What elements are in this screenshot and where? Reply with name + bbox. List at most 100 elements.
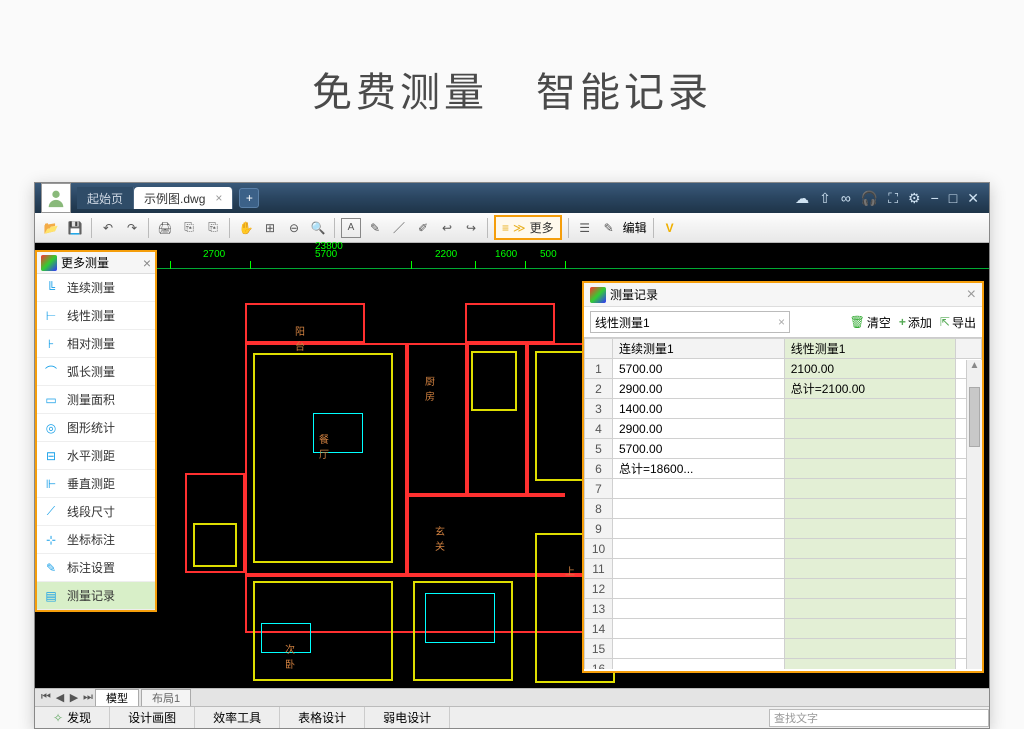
table-row[interactable]: 55700.00	[585, 439, 982, 459]
vertical-scrollbar[interactable]: ▲	[966, 360, 982, 669]
drawing-canvas[interactable]: 23800 2700 5700 2200 1600 500	[35, 243, 989, 688]
record-table[interactable]: 连续测量1线性测量1 15700.002100.0022900.00总计=210…	[584, 337, 982, 669]
settings-icon[interactable]: ⚙	[908, 190, 921, 207]
tab-prev-icon[interactable]: ◀	[53, 691, 67, 704]
user-avatar[interactable]	[41, 183, 71, 213]
table-row[interactable]: 10	[585, 539, 982, 559]
measure-item-11[interactable]: ▤测量记录	[37, 582, 155, 610]
table-row[interactable]: 11	[585, 559, 982, 579]
undo-icon[interactable]: ↶	[98, 218, 118, 238]
upload-icon[interactable]: ⇧	[819, 190, 831, 207]
save-icon[interactable]: 💾	[65, 218, 85, 238]
print-icon[interactable]: 🖨	[155, 218, 175, 238]
table-row[interactable]: 15700.002100.00	[585, 359, 982, 379]
measure-item-4[interactable]: ▭测量面积	[37, 386, 155, 414]
tab-active-file[interactable]: 示例图.dwg×	[134, 187, 233, 209]
table-row[interactable]: 14	[585, 619, 982, 639]
measure-icon: ⊦	[43, 336, 59, 352]
more-measure-header: 更多测量 ×	[37, 252, 155, 274]
table-row[interactable]: 8	[585, 499, 982, 519]
table-row[interactable]: 16	[585, 659, 982, 670]
table-row[interactable]: 42900.00	[585, 419, 982, 439]
table-row[interactable]: 31400.00	[585, 399, 982, 419]
export-button[interactable]: ⇱导出	[940, 314, 976, 331]
measure-item-3[interactable]: ⌒弧长测量	[37, 358, 155, 386]
search-input[interactable]: 查找文字	[769, 709, 989, 727]
app-logo-icon	[590, 287, 606, 303]
measure-item-2[interactable]: ⊦相对测量	[37, 330, 155, 358]
zoom-extents-icon[interactable]: ⊞	[260, 218, 280, 238]
measure-icon: ◎	[43, 420, 59, 436]
measure-icon: ⊹	[43, 532, 59, 548]
table-button[interactable]: 表格设计	[280, 707, 365, 728]
new-tab-button[interactable]: +	[239, 188, 259, 208]
minimize-icon[interactable]: −	[931, 190, 939, 207]
layer-icon[interactable]: ☰	[575, 218, 595, 238]
app-window: 起始页 示例图.dwg× + ☁ ⇧ ∞ 🎧 ⛶ ⚙ − □ ✕ 📂 💾 ↶ ↷…	[34, 182, 990, 729]
maximize-icon[interactable]: □	[949, 190, 957, 207]
tab-last-icon[interactable]: ⏭	[81, 691, 95, 704]
table-row[interactable]: 22900.00总计=2100.00	[585, 379, 982, 399]
back-icon[interactable]: ↩	[437, 218, 457, 238]
share-icon[interactable]: ∞	[841, 190, 851, 207]
zoom-out-icon[interactable]: ⊖	[284, 218, 304, 238]
tools-button[interactable]: 效率工具	[195, 707, 280, 728]
redo-icon[interactable]: ↷	[122, 218, 142, 238]
more-measure-button[interactable]: ≡≫ 更多	[494, 215, 562, 240]
open-icon[interactable]: 📂	[41, 218, 61, 238]
close-record-icon[interactable]: ×	[967, 286, 976, 304]
pan-icon[interactable]: ✋	[236, 218, 256, 238]
measure-icon: ⌒	[43, 364, 59, 380]
design-button[interactable]: 设计画图	[110, 707, 195, 728]
text-icon[interactable]: A	[341, 218, 361, 238]
cloud-icon[interactable]: ☁	[795, 190, 809, 207]
record-name-input[interactable]: 线性测量1 ×	[590, 311, 790, 333]
measure-icon: ▭	[43, 392, 59, 408]
headset-icon[interactable]: 🎧	[861, 190, 878, 207]
tab-first-icon[interactable]: ⏮	[39, 691, 53, 704]
vip-icon[interactable]: V	[660, 218, 680, 238]
measure-item-8[interactable]: ⟋线段尺寸	[37, 498, 155, 526]
zoom-in-icon[interactable]: 🔍	[308, 218, 328, 238]
table-row[interactable]: 15	[585, 639, 982, 659]
hero-title: 免费测量智能记录	[0, 0, 1024, 158]
layout1-tab[interactable]: 布局1	[141, 689, 191, 706]
fullscreen-icon[interactable]: ⛶	[888, 190, 898, 207]
close-window-icon[interactable]: ✕	[967, 190, 979, 207]
edit-label[interactable]: 编辑	[623, 219, 647, 236]
tab-home[interactable]: 起始页	[77, 187, 134, 209]
close-panel-icon[interactable]: ×	[143, 255, 151, 271]
titlebar: 起始页 示例图.dwg× + ☁ ⇧ ∞ 🎧 ⛶ ⚙ − □ ✕	[35, 183, 989, 213]
tab-next-icon[interactable]: ▶	[67, 691, 81, 704]
clear-input-icon[interactable]: ×	[778, 315, 785, 329]
measure-item-10[interactable]: ✎标注设置	[37, 554, 155, 582]
measure-item-5[interactable]: ◎图形统计	[37, 414, 155, 442]
measure-icon: ✎	[43, 560, 59, 576]
table-row[interactable]: 7	[585, 479, 982, 499]
measure-item-1[interactable]: ⊢线性测量	[37, 302, 155, 330]
measure-item-0[interactable]: ╚连续测量	[37, 274, 155, 302]
measure-item-7[interactable]: ⊩垂直测距	[37, 470, 155, 498]
main-toolbar: 📂 💾 ↶ ↷ 🖨 ⎘ ⎘ ✋ ⊞ ⊖ 🔍 A ✎ ／ ✐ ↩ ↪ ≡≫ 更多 …	[35, 213, 989, 243]
brush-icon[interactable]: ／	[389, 218, 409, 238]
pencil-icon[interactable]: ✎	[365, 218, 385, 238]
measure-item-9[interactable]: ⊹坐标标注	[37, 526, 155, 554]
export-icon[interactable]: ⎘	[179, 218, 199, 238]
measure-item-6[interactable]: ⊟水平测距	[37, 442, 155, 470]
export2-icon[interactable]: ⎘	[203, 218, 223, 238]
measure-icon: ⟋	[43, 504, 59, 520]
model-tab[interactable]: 模型	[95, 689, 139, 706]
measure-icon: ╚	[43, 280, 59, 296]
add-button[interactable]: +添加	[899, 314, 932, 331]
edit-icon[interactable]: ✎	[599, 218, 619, 238]
marker-icon[interactable]: ✐	[413, 218, 433, 238]
table-row[interactable]: 9	[585, 519, 982, 539]
table-row[interactable]: 6总计=18600...	[585, 459, 982, 479]
table-row[interactable]: 13	[585, 599, 982, 619]
discover-button[interactable]: ✧发现	[35, 707, 110, 728]
close-icon[interactable]: ×	[215, 191, 222, 205]
fwd-icon[interactable]: ↪	[461, 218, 481, 238]
clear-button[interactable]: 🗑清空	[850, 314, 891, 331]
table-row[interactable]: 12	[585, 579, 982, 599]
elec-button[interactable]: 弱电设计	[365, 707, 450, 728]
